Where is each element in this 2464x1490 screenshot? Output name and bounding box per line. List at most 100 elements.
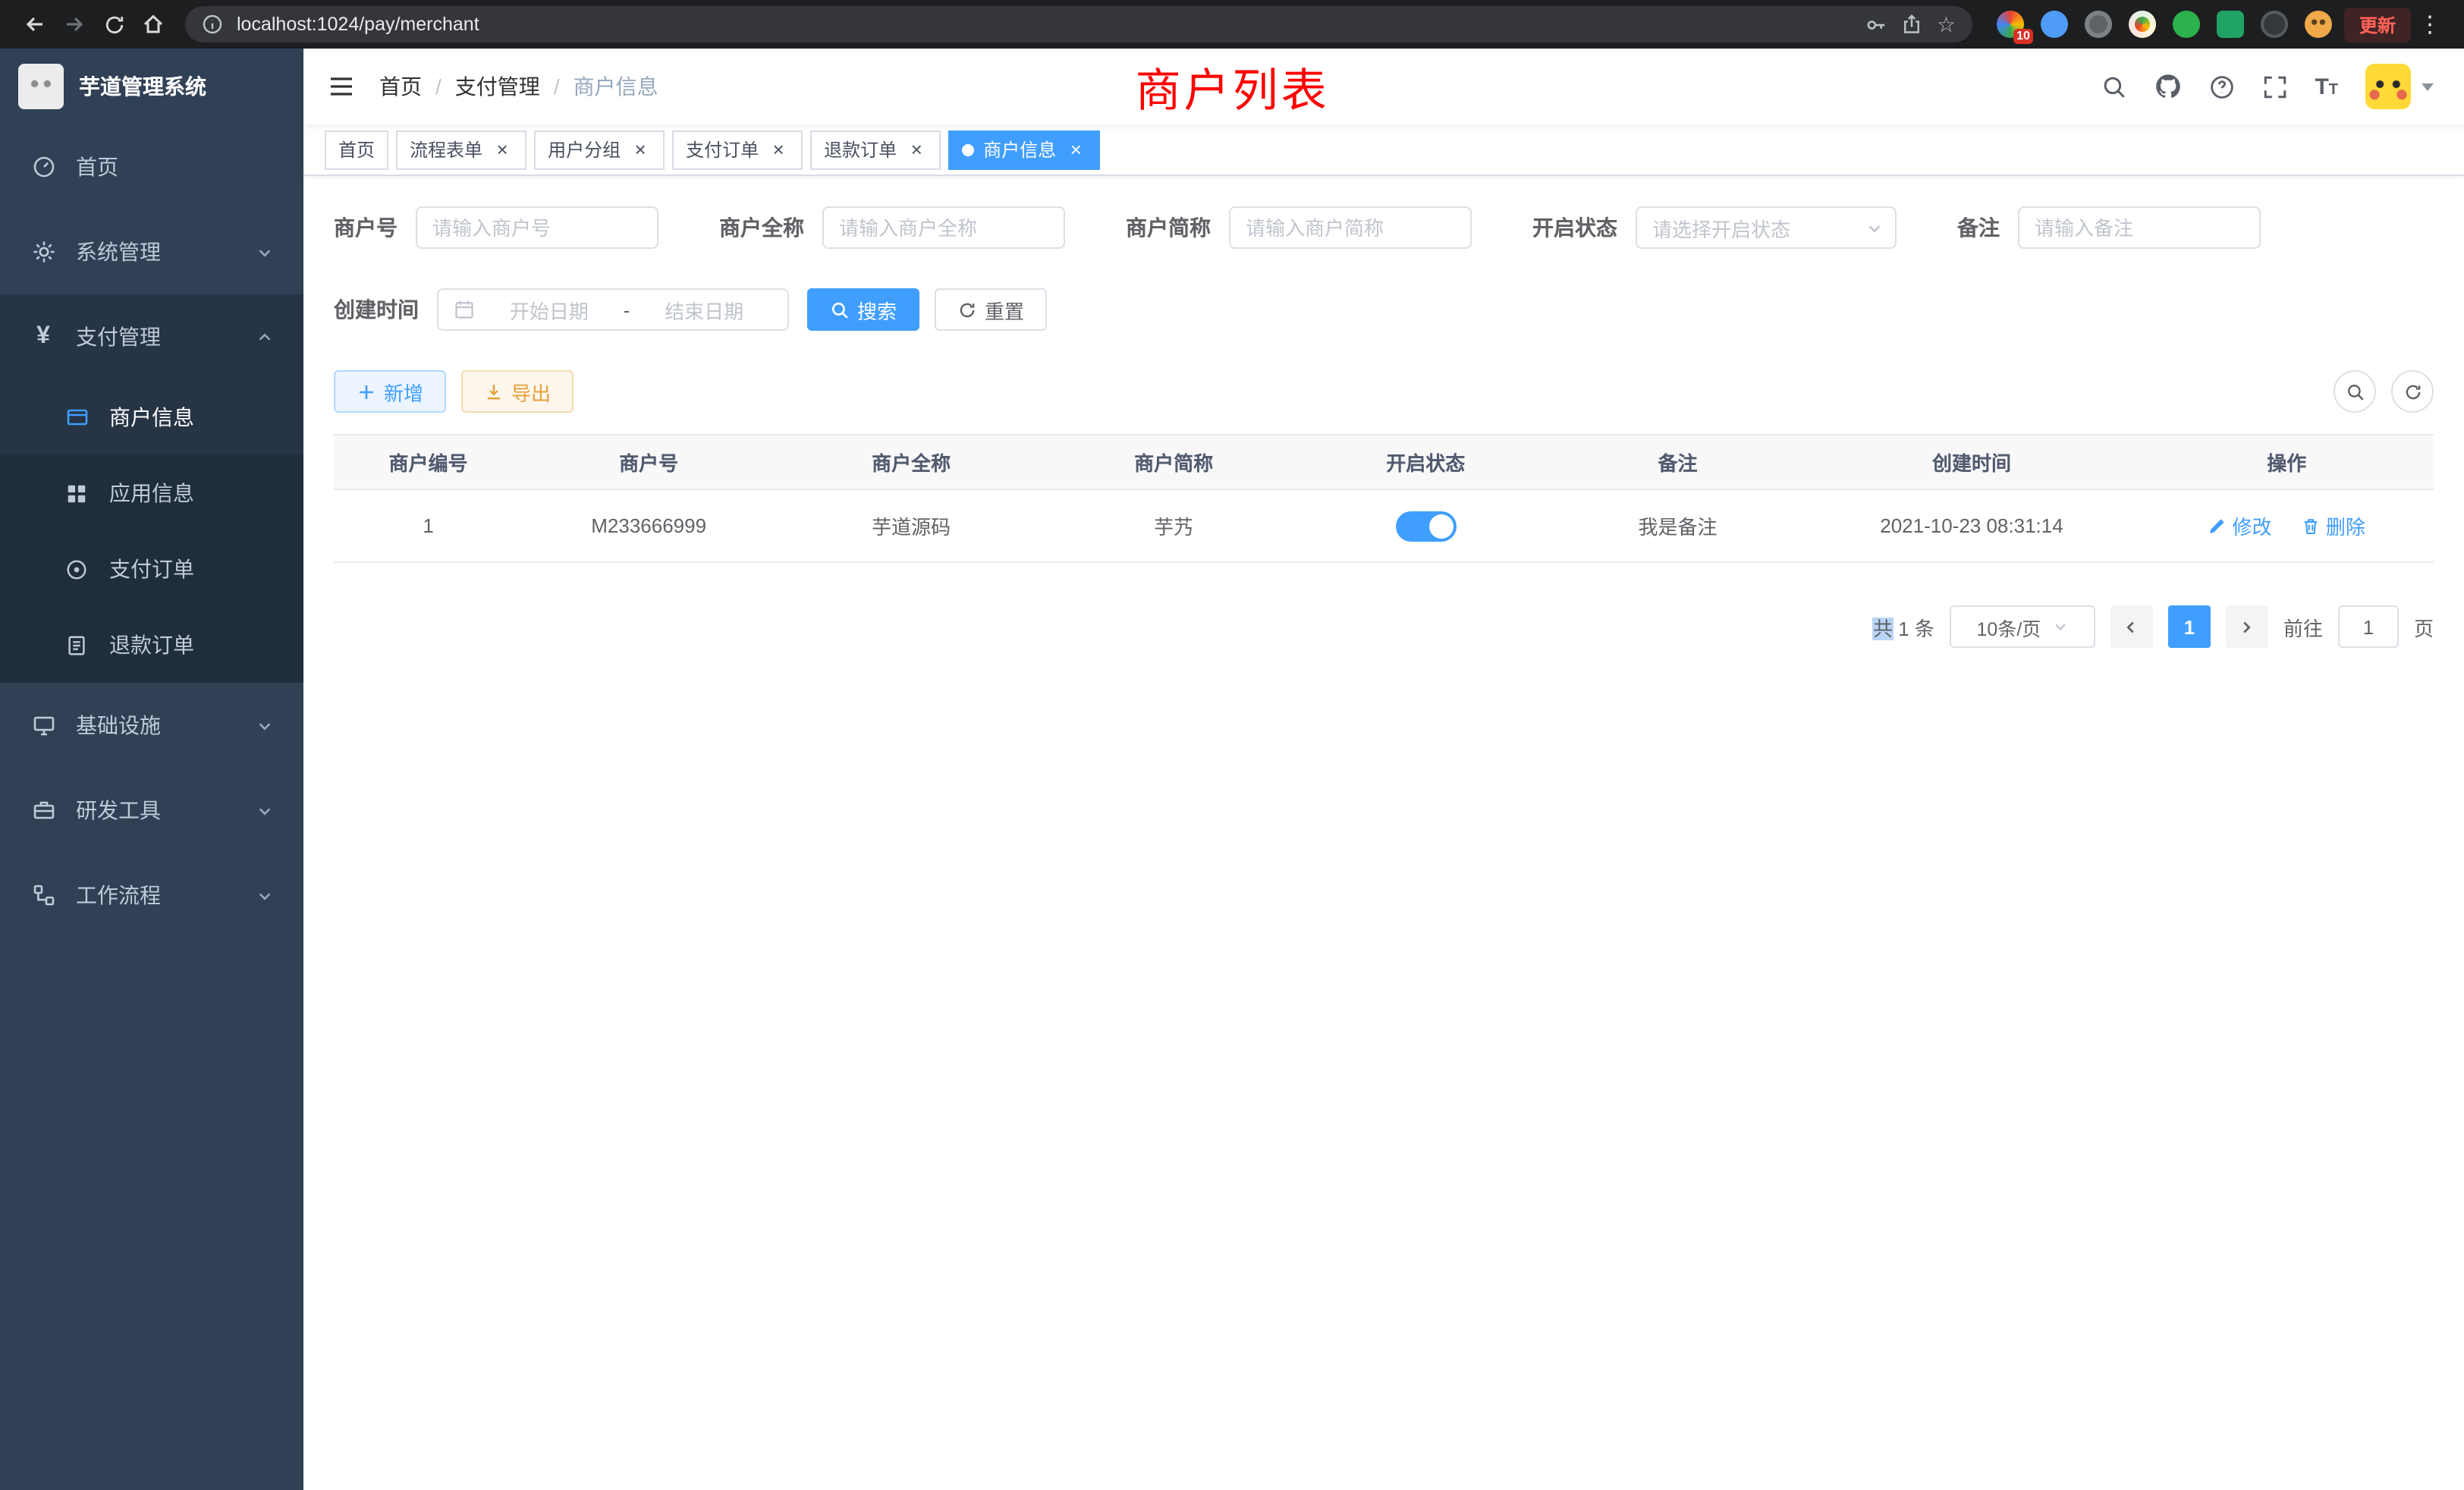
share-icon[interactable] xyxy=(1902,14,1923,35)
toggle-search-icon[interactable] xyxy=(2334,370,2376,413)
sidebar-item-system-management[interactable]: 系统管理 xyxy=(0,209,303,294)
sidebar-item-refund-order[interactable]: 退款订单 xyxy=(0,607,303,683)
close-icon[interactable]: × xyxy=(630,139,651,160)
col-merchant-no: 商户号 xyxy=(523,435,775,489)
chevron-down-icon xyxy=(2422,83,2434,90)
avatar[interactable] xyxy=(2365,64,2411,109)
tab-merchant-info[interactable]: 商户信息 × xyxy=(948,130,1100,169)
col-status: 开启状态 xyxy=(1300,435,1551,489)
date-range-picker[interactable]: 开始日期 - 结束日期 xyxy=(437,288,789,331)
tab-payment-order[interactable]: 支付订单 × xyxy=(672,130,803,169)
page-number-button[interactable]: 1 xyxy=(2168,605,2211,648)
extension-icon-gray[interactable] xyxy=(2085,11,2112,38)
sidebar-item-merchant-info[interactable]: 商户信息 xyxy=(0,379,303,455)
font-size-icon[interactable]: TT xyxy=(2315,75,2338,98)
merchant-short-name-field: 商户简称 xyxy=(1126,206,1472,249)
chrome-update-button[interactable]: 更新 xyxy=(2344,7,2411,42)
sidebar-item-label: 支付管理 xyxy=(76,322,161,352)
main-area: 首页 / 支付管理 / 商户信息 商户列表 xyxy=(303,49,2464,1490)
export-button[interactable]: 导出 xyxy=(461,370,574,413)
breadcrumb-home[interactable]: 首页 xyxy=(379,71,422,102)
next-page-button[interactable] xyxy=(2226,605,2268,648)
sidebar-item-payment-order[interactable]: 支付订单 xyxy=(0,531,303,607)
sidebar-item-dev-tools[interactable]: 研发工具 xyxy=(0,768,303,853)
tab-refund-order[interactable]: 退款订单 × xyxy=(810,130,941,169)
sidebar-item-label: 商户信息 xyxy=(109,402,194,432)
table-row[interactable]: 1 M233666999 芋道源码 芋艿 我是备注 2021-10-23 08:… xyxy=(334,489,2434,562)
cell-full-name: 芋道源码 xyxy=(775,489,1048,562)
chevron-down-icon xyxy=(256,802,273,819)
sidebar-item-app-info[interactable]: 应用信息 xyxy=(0,455,303,531)
edit-button-label: 修改 xyxy=(2233,511,2272,540)
extension-icon-dark[interactable] xyxy=(2261,11,2288,38)
merchant-short-name-input[interactable] xyxy=(1229,206,1472,249)
site-info-icon[interactable] xyxy=(202,14,223,35)
total-count-rest: 1 条 xyxy=(1893,617,1934,640)
start-date-placeholder[interactable]: 开始日期 xyxy=(481,295,618,324)
goto-page-input[interactable] xyxy=(2338,605,2399,648)
col-merchant-id: 商户编号 xyxy=(334,435,523,489)
extension-icon-badge[interactable]: 10 xyxy=(1997,11,2024,38)
browser-menu-icon[interactable]: ⋮ xyxy=(2411,11,2449,38)
edit-button[interactable]: 修改 xyxy=(2208,511,2272,540)
cell-actions: 修改 删除 xyxy=(2139,489,2434,562)
delete-button[interactable]: 删除 xyxy=(2302,511,2365,540)
sidebar-item-workflow[interactable]: 工作流程 xyxy=(0,853,303,938)
merchant-no-input[interactable] xyxy=(416,206,658,249)
extension-icon-blue[interactable] xyxy=(2041,11,2068,38)
extension-icon-green[interactable] xyxy=(2173,11,2200,38)
status-select[interactable]: 请选择开启状态 xyxy=(1636,206,1897,249)
merchant-full-name-input[interactable] xyxy=(822,206,1065,249)
tab-process-form[interactable]: 流程表单 × xyxy=(396,130,526,169)
field-label: 商户全称 xyxy=(719,212,804,243)
dashboard-icon xyxy=(30,154,56,180)
end-date-placeholder[interactable]: 结束日期 xyxy=(636,295,772,324)
user-menu[interactable] xyxy=(2365,64,2434,109)
status-toggle[interactable] xyxy=(1395,511,1456,541)
page-size-select[interactable]: 10条/页 xyxy=(1950,605,2095,648)
remark-input[interactable] xyxy=(2018,206,2261,249)
search-button[interactable]: 搜索 xyxy=(807,288,919,331)
merchant-no-field: 商户号 xyxy=(334,206,658,249)
hamburger-icon[interactable] xyxy=(303,49,379,124)
tab-user-group[interactable]: 用户分组 × xyxy=(534,130,665,169)
url-text[interactable]: localhost:1024/pay/merchant xyxy=(237,14,1852,35)
home-icon[interactable] xyxy=(134,5,173,44)
breadcrumb-payment-management[interactable]: 支付管理 xyxy=(455,71,540,102)
extension-icon-avatar[interactable] xyxy=(2305,11,2332,38)
back-icon[interactable] xyxy=(15,5,55,44)
close-icon[interactable]: × xyxy=(906,139,927,160)
refresh-icon[interactable] xyxy=(2391,370,2434,413)
sidebar-item-payment-management[interactable]: ¥ 支付管理 xyxy=(0,294,303,379)
sidebar-menu: 首页 系统管理 ¥ 支付管理 xyxy=(0,124,303,1490)
bookmark-star-icon[interactable]: ☆ xyxy=(1937,14,1956,35)
workflow-icon xyxy=(30,882,56,908)
forward-icon[interactable] xyxy=(55,5,94,44)
add-button[interactable]: 新增 xyxy=(334,370,446,413)
fullscreen-icon[interactable] xyxy=(2261,74,2287,99)
sidebar-item-infrastructure[interactable]: 基础设施 xyxy=(0,683,303,768)
sidebar-item-home[interactable]: 首页 xyxy=(0,124,303,209)
page-size-value: 10条/页 xyxy=(1977,612,2041,641)
extension-icon-green-square[interactable] xyxy=(2217,11,2244,38)
browser-window: localhost:1024/pay/merchant ☆ 10 更新 ⋮ xyxy=(0,0,2464,1490)
pagination: 共 1 条 10条/页 1 前往 xyxy=(334,605,2434,648)
reset-button[interactable]: 重置 xyxy=(935,288,1047,331)
field-label: 商户号 xyxy=(334,212,398,243)
sidebar-item-label: 工作流程 xyxy=(76,880,161,910)
close-icon[interactable]: × xyxy=(492,139,513,160)
gear-icon xyxy=(30,239,56,265)
tab-home[interactable]: 首页 xyxy=(325,130,388,169)
export-button-label: 导出 xyxy=(511,377,551,406)
github-icon[interactable] xyxy=(2154,73,2181,100)
extension-icon-colorwheel[interactable] xyxy=(2129,11,2156,38)
close-icon[interactable]: × xyxy=(1065,139,1086,160)
app-logo[interactable]: 芋道管理系统 xyxy=(0,49,303,124)
help-icon[interactable] xyxy=(2208,74,2234,99)
key-icon[interactable] xyxy=(1865,13,1888,36)
search-icon[interactable] xyxy=(2101,74,2126,99)
reload-icon[interactable] xyxy=(94,5,134,44)
close-icon[interactable]: × xyxy=(768,139,789,160)
prev-page-button[interactable] xyxy=(2110,605,2153,648)
address-bar[interactable]: localhost:1024/pay/merchant ☆ xyxy=(185,6,1972,42)
